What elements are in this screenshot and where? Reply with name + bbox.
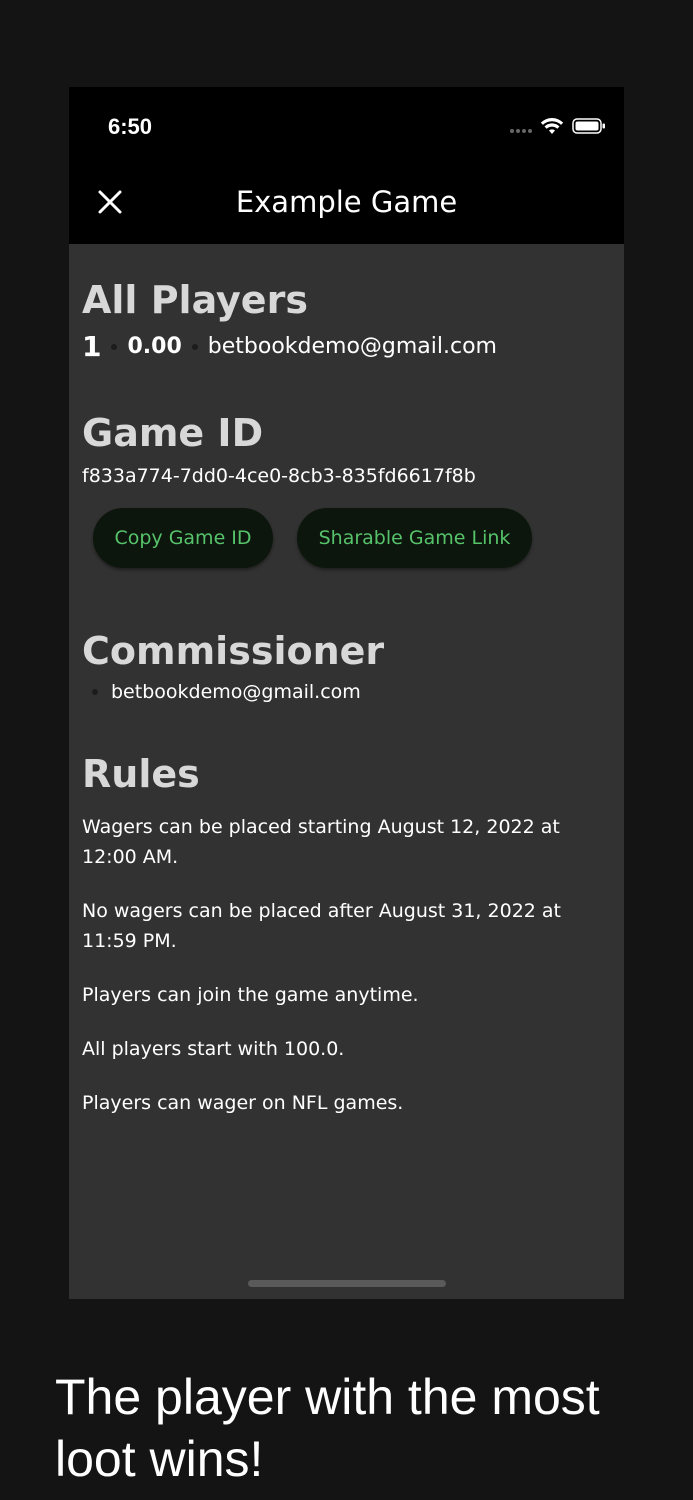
commissioner-email: betbookdemo@gmail.com: [111, 681, 361, 703]
commissioner-item: betbookdemo@gmail.com: [92, 681, 361, 703]
wifi-icon: [540, 118, 564, 134]
share-game-link-button[interactable]: Sharable Game Link: [297, 508, 532, 568]
rule-item: Players can join the game anytime.: [82, 984, 419, 1006]
status-bar: 6:50: [69, 87, 624, 167]
rule-item: Players can wager on NFL games.: [82, 1092, 404, 1114]
copy-game-id-button[interactable]: Copy Game ID: [93, 508, 273, 568]
phone-screen: 6:50 Example Game All Players 1 0.00 bet…: [69, 87, 624, 1299]
battery-icon: [572, 118, 605, 134]
bullet-separator: [111, 343, 118, 350]
home-indicator[interactable]: [248, 1280, 446, 1287]
bullet-icon: [92, 689, 98, 695]
game-id-heading: Game ID: [82, 411, 264, 455]
players-heading: All Players: [82, 278, 308, 322]
rule-item: No wagers can be placed after August 31,…: [82, 900, 561, 952]
player-rank: 1: [82, 330, 102, 363]
player-row: 1 0.00 betbookdemo@gmail.com: [82, 330, 497, 363]
status-time: 6:50: [108, 114, 153, 139]
commissioner-heading: Commissioner: [82, 629, 385, 673]
rule-item: Wagers can be placed starting August 12,…: [82, 816, 560, 868]
rule-item: All players start with 100.0.: [82, 1038, 345, 1060]
status-icons: [510, 117, 606, 135]
bullet-separator: [191, 343, 198, 350]
cellular-signal-icon: [510, 129, 532, 133]
player-balance: 0.00: [127, 334, 182, 359]
promo-caption: The player with the most loot wins!: [55, 1369, 600, 1487]
rules-heading: Rules: [82, 752, 200, 796]
game-id-value: f833a774-7dd0-4ce0-8cb3-835fd6617f8b: [82, 465, 476, 487]
nav-bar: Example Game: [69, 167, 624, 244]
page-title: Example Game: [235, 185, 458, 219]
player-email: betbookdemo@gmail.com: [207, 334, 497, 359]
